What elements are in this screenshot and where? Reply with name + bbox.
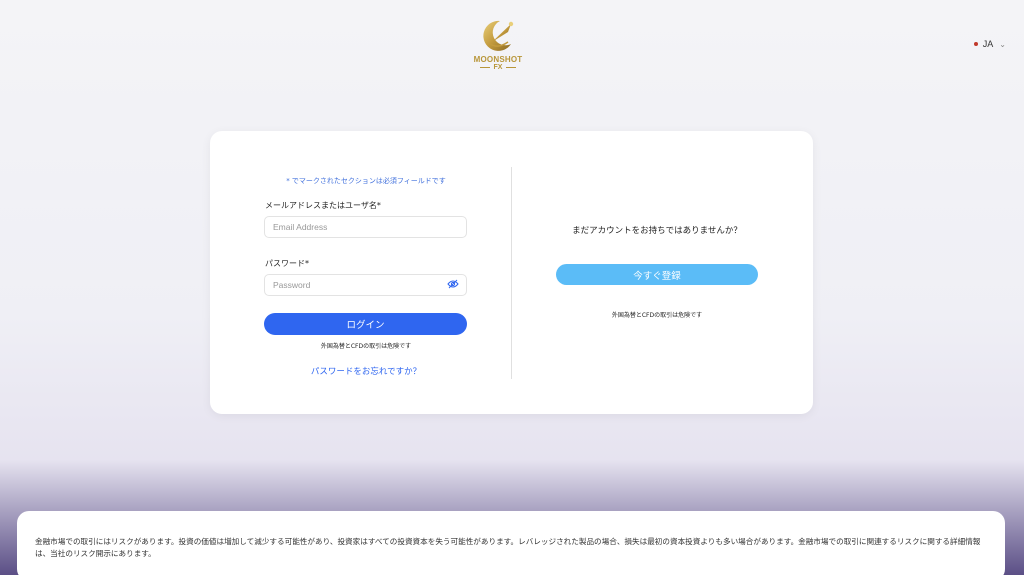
- brand-sub-text: FX: [493, 64, 503, 71]
- language-code: JA: [982, 39, 994, 49]
- risk-disclaimer-footer: 金融市場での取引にはリスクがあります。投資の価値は増加して減少する可能性があり、…: [17, 511, 1005, 575]
- register-button[interactable]: 今すぐ登録: [556, 264, 758, 285]
- language-selector[interactable]: JA ⌄: [973, 39, 1006, 49]
- login-risk-note: 外国為替とCFDの取引は危険です: [320, 343, 412, 350]
- risk-disclaimer-text: 金融市場での取引にはリスクがあります。投資の価値は増加して減少する可能性があり、…: [35, 537, 981, 558]
- flag-dot-icon: [973, 42, 978, 46]
- password-label: パスワード*: [265, 259, 309, 268]
- eye-off-icon[interactable]: [447, 279, 459, 289]
- brand-sub-line-left: [479, 67, 490, 68]
- password-input[interactable]: [264, 274, 467, 296]
- login-card: * でマークされたセクションは必須フィールドです メールアドレスまたはユーザ名*…: [210, 131, 813, 414]
- brand-name: MOONSHOT: [473, 55, 523, 64]
- email-label: メールアドレスまたはユーザ名*: [265, 201, 381, 210]
- required-fields-note: * でマークされたセクションは必須フィールドです: [286, 177, 446, 185]
- no-account-title: まだアカウントをお持ちではありませんか？: [572, 226, 742, 236]
- card-divider: [511, 167, 512, 379]
- brand-logo[interactable]: MOONSHOT FX: [465, 18, 531, 88]
- brand-sub-line-right: [506, 67, 517, 68]
- forgot-password-link[interactable]: パスワードをお忘れですか？: [265, 365, 467, 377]
- moon-rocket-logo-icon: [483, 20, 514, 51]
- login-button[interactable]: ログイン: [264, 313, 467, 335]
- email-input[interactable]: [264, 216, 467, 238]
- register-risk-note: 外国為替とCFDの取引は危険です: [611, 312, 703, 319]
- brand-sub: FX: [479, 64, 517, 71]
- chevron-down-icon: ⌄: [999, 39, 1006, 49]
